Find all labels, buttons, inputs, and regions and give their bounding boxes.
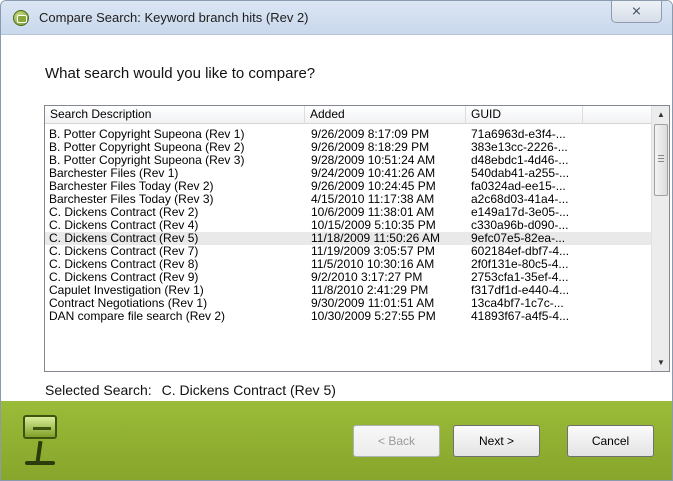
table-row[interactable]: B. Potter Copyright Supeona (Rev 1) 9/26/… bbox=[45, 128, 651, 141]
title-bar[interactable]: Compare Search: Keyword branch hits (Rev… bbox=[1, 1, 672, 35]
scrollbar-thumb[interactable] bbox=[654, 124, 668, 196]
table-row[interactable]: B. Potter Copyright Supeona (Rev 2) 9/26/… bbox=[45, 141, 651, 154]
row-added: 11/5/2010 10:30:16 AM bbox=[311, 258, 435, 271]
column-header-filler bbox=[583, 106, 651, 124]
row-guid: 71a6963d-e3f4-... bbox=[471, 128, 566, 141]
row-added: 9/26/2009 8:17:09 PM bbox=[311, 128, 430, 141]
scroll-down-icon[interactable]: ▼ bbox=[652, 354, 669, 371]
row-guid: 602184ef-dbf7-4... bbox=[471, 245, 570, 258]
row-guid: 383e13cc-2226-... bbox=[471, 141, 568, 154]
back-button[interactable]: < Back bbox=[353, 425, 440, 457]
row-guid: fa0324ad-ee15-... bbox=[471, 180, 566, 193]
table-row[interactable]: C. Dickens Contract (Rev 9) 9/2/2010 3:17… bbox=[45, 271, 651, 284]
table-row[interactable]: DAN compare file search (Rev 2) 10/30/200… bbox=[45, 310, 651, 323]
row-guid: 540dab41-a255-... bbox=[471, 167, 570, 180]
cancel-button[interactable]: Cancel bbox=[567, 425, 654, 457]
close-button[interactable]: ⨯ bbox=[611, 1, 662, 23]
vertical-scrollbar[interactable]: ▲ ▼ bbox=[651, 106, 669, 371]
row-guid: 9efc07e5-82ea-... bbox=[471, 232, 566, 245]
row-description: Contract Negotiations (Rev 1) bbox=[49, 297, 208, 310]
column-header-guid[interactable]: GUID bbox=[466, 106, 583, 124]
monitor-app-icon bbox=[13, 10, 29, 26]
table-row[interactable]: Contract Negotiations (Rev 1) 9/30/2009 1… bbox=[45, 297, 651, 310]
row-guid: 13ca4bf7-1c7c-... bbox=[471, 297, 564, 310]
window-title: Compare Search: Keyword branch hits (Rev… bbox=[39, 10, 309, 25]
table-row[interactable]: B. Potter Copyright Supeona (Rev 3) 9/28/… bbox=[45, 154, 651, 167]
table-row[interactable]: Capulet Investigation (Rev 1) 11/8/2010 2… bbox=[45, 284, 651, 297]
row-description: Barchester Files Today (Rev 2) bbox=[49, 180, 214, 193]
table-row[interactable]: Barchester Files (Rev 1) 9/24/2009 10:41:… bbox=[45, 167, 651, 180]
grip-icon bbox=[658, 155, 664, 162]
row-description: C. Dickens Contract (Rev 5) bbox=[49, 232, 199, 245]
logo-stand bbox=[35, 440, 43, 464]
footer-background: < Back Next > Cancel bbox=[1, 401, 672, 480]
row-added: 10/6/2009 11:38:01 AM bbox=[311, 206, 435, 219]
scroll-up-icon[interactable]: ▲ bbox=[652, 106, 669, 123]
row-added: 9/2/2010 3:17:27 PM bbox=[311, 271, 423, 284]
row-added: 11/19/2009 3:05:57 PM bbox=[311, 245, 435, 258]
table-row[interactable]: C. Dickens Contract (Rev 4) 10/15/2009 5:… bbox=[45, 219, 651, 232]
logo-screen bbox=[23, 415, 57, 439]
row-guid: a2c68d03-41a4-... bbox=[471, 193, 569, 206]
table-row[interactable]: C. Dickens Contract (Rev 7) 11/19/2009 3:… bbox=[45, 245, 651, 258]
selected-search-value: C. Dickens Contract (Rev 5) bbox=[161, 382, 336, 398]
row-description: B. Potter Copyright Supeona (Rev 1) bbox=[49, 128, 245, 141]
row-added: 9/30/2009 11:01:51 AM bbox=[311, 297, 435, 310]
row-added: 9/26/2009 8:18:29 PM bbox=[311, 141, 430, 154]
table-row[interactable]: C. Dickens Contract (Rev 5) 11/18/2009 11… bbox=[45, 232, 651, 245]
compare-search-dialog: Compare Search: Keyword branch hits (Rev… bbox=[0, 0, 673, 481]
row-description: C. Dickens Contract (Rev 4) bbox=[49, 219, 199, 232]
row-description: C. Dickens Contract (Rev 8) bbox=[49, 258, 199, 271]
logo-base bbox=[25, 461, 55, 465]
row-description: C. Dickens Contract (Rev 9) bbox=[49, 271, 199, 284]
row-description: DAN compare file search (Rev 2) bbox=[49, 310, 226, 323]
list-rows: B. Potter Copyright Supeona (Rev 1) 9/26/… bbox=[45, 128, 651, 323]
row-description: B. Potter Copyright Supeona (Rev 2) bbox=[49, 141, 245, 154]
table-row[interactable]: Barchester Files Today (Rev 2) 9/26/2009 … bbox=[45, 180, 651, 193]
selected-search-line: Selected Search: C. Dickens Contract (Rev… bbox=[45, 382, 336, 398]
search-list[interactable]: Search Description Added GUID B. Potter … bbox=[44, 105, 670, 372]
row-guid: 2f0f131e-80c5-4... bbox=[471, 258, 569, 271]
row-guid: 41893f67-a4f5-4... bbox=[471, 310, 570, 323]
row-guid: f317df1d-e440-4... bbox=[471, 284, 570, 297]
next-button[interactable]: Next > bbox=[453, 425, 540, 457]
table-row[interactable]: Barchester Files Today (Rev 3) 4/15/2010 … bbox=[45, 193, 651, 206]
row-added: 9/28/2009 10:51:24 AM bbox=[311, 154, 436, 167]
row-guid: d48ebdc1-4d46-... bbox=[471, 154, 569, 167]
row-added: 4/15/2010 11:17:38 AM bbox=[311, 193, 435, 206]
row-added: 10/15/2009 5:10:35 PM bbox=[311, 219, 436, 232]
row-added: 11/18/2009 11:50:26 AM bbox=[311, 232, 440, 245]
list-header: Search Description Added GUID bbox=[45, 106, 651, 124]
row-guid: 2753cfa1-35ef-4... bbox=[471, 271, 569, 284]
row-added: 9/24/2009 10:41:26 AM bbox=[311, 167, 436, 180]
row-description: B. Potter Copyright Supeona (Rev 3) bbox=[49, 154, 245, 167]
row-guid: e149a17d-3e05-... bbox=[471, 206, 570, 219]
row-guid: c330a96b-d090-... bbox=[471, 219, 569, 232]
selected-search-label: Selected Search: bbox=[45, 382, 152, 398]
column-header-added[interactable]: Added bbox=[305, 106, 466, 124]
wizard-footer: < Back Next > Cancel bbox=[1, 401, 672, 480]
row-added: 9/26/2009 10:24:45 PM bbox=[311, 180, 436, 193]
column-header-description[interactable]: Search Description bbox=[45, 106, 305, 124]
row-added: 10/30/2009 5:27:55 PM bbox=[311, 310, 436, 323]
row-added: 11/8/2010 2:41:29 PM bbox=[311, 284, 429, 297]
row-description: C. Dickens Contract (Rev 2) bbox=[49, 206, 199, 219]
row-description: Barchester Files (Rev 1) bbox=[49, 167, 179, 180]
row-description: Barchester Files Today (Rev 3) bbox=[49, 193, 214, 206]
compare-prompt: What search would you like to compare? bbox=[45, 65, 316, 82]
monitor-logo-icon bbox=[21, 413, 59, 467]
table-row[interactable]: C. Dickens Contract (Rev 2) 10/6/2009 11:… bbox=[45, 206, 651, 219]
row-description: Capulet Investigation (Rev 1) bbox=[49, 284, 204, 297]
row-description: C. Dickens Contract (Rev 7) bbox=[49, 245, 199, 258]
table-row[interactable]: C. Dickens Contract (Rev 8) 11/5/2010 10:… bbox=[45, 258, 651, 271]
